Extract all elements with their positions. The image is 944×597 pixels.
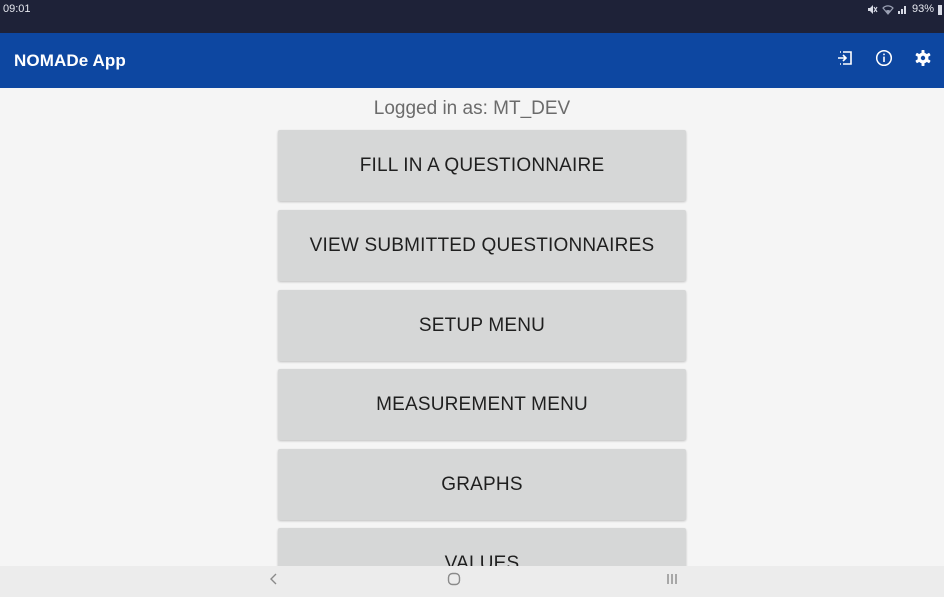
logout-button[interactable]	[830, 46, 860, 76]
setup-menu-button[interactable]: SETUP MENU	[278, 290, 686, 361]
wifi-icon	[882, 4, 894, 15]
measurement-menu-button[interactable]: MEASUREMENT MENU	[278, 369, 686, 440]
mute-icon	[867, 4, 878, 15]
back-button[interactable]	[244, 566, 304, 597]
battery-icon	[938, 4, 942, 15]
button-label: MEASUREMENT MENU	[376, 393, 588, 415]
main-content: Logged in as: MT_DEV FILL IN A QUESTIONN…	[0, 88, 944, 566]
logged-in-label: Logged in as: MT_DEV	[373, 98, 571, 119]
button-label: VALUES	[444, 552, 520, 567]
back-icon	[268, 572, 280, 591]
battery-text: 93%	[911, 3, 934, 15]
button-label: GRAPHS	[441, 473, 523, 495]
app-bar: NOMADe App	[0, 33, 944, 88]
settings-gear-icon	[914, 49, 932, 72]
signal-icon	[897, 4, 908, 15]
logout-icon	[836, 49, 854, 72]
status-time: 09:01	[3, 3, 31, 15]
app-title: NOMADe App	[14, 50, 126, 70]
info-button[interactable]	[869, 46, 899, 76]
system-nav-bar	[0, 566, 944, 597]
view-submitted-questionnaires-button[interactable]: VIEW SUBMITTED QUESTIONNAIRES	[278, 210, 686, 281]
button-label: VIEW SUBMITTED QUESTIONNAIRES	[309, 234, 655, 256]
home-button[interactable]	[424, 566, 484, 597]
app-bar-actions	[821, 33, 938, 88]
button-label: FILL IN A QUESTIONNAIRE	[359, 154, 605, 176]
info-icon	[875, 49, 893, 72]
graphs-button[interactable]: GRAPHS	[278, 449, 686, 520]
status-icons: 93%	[867, 3, 944, 15]
values-button[interactable]: VALUES	[278, 528, 686, 566]
home-icon	[447, 572, 461, 591]
recents-button[interactable]	[642, 566, 702, 597]
status-bar: 09:01 93%	[0, 0, 944, 33]
recents-icon	[665, 572, 679, 591]
fill-questionnaire-button[interactable]: FILL IN A QUESTIONNAIRE	[278, 130, 686, 201]
button-label: SETUP MENU	[418, 314, 546, 336]
settings-button[interactable]	[908, 46, 938, 76]
